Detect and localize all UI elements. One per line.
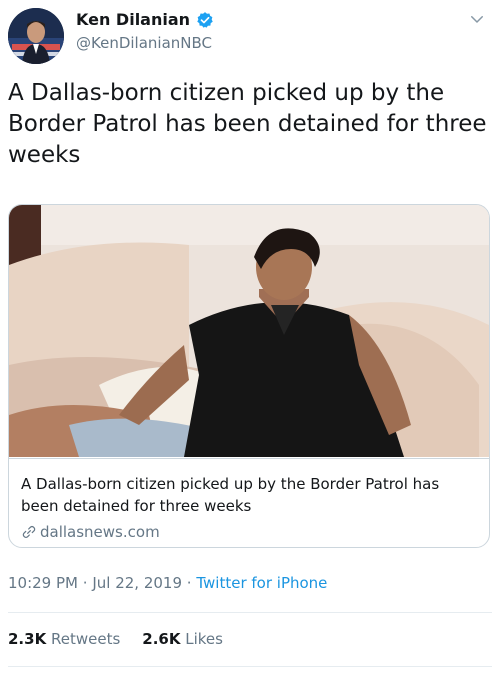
tweet-text: A Dallas-born citizen picked up by the B… — [8, 80, 487, 168]
display-name[interactable]: Ken Dilanian — [76, 10, 190, 29]
tweet-header: Ken Dilanian @KenDilanianNBC — [8, 6, 492, 64]
retweets-stat[interactable]: 2.3K Retweets — [8, 630, 120, 648]
retweets-count: 2.3K — [8, 630, 47, 648]
meta-separator: · — [82, 574, 88, 592]
avatar[interactable] — [8, 8, 64, 64]
author-handle[interactable]: @KenDilanianNBC — [76, 34, 214, 52]
chevron-down-icon[interactable] — [468, 10, 486, 28]
meta-separator: · — [186, 574, 192, 592]
tweet-meta: 10:29 PM · Jul 22, 2019 · Twitter for iP… — [8, 574, 327, 592]
link-card[interactable]: A Dallas-born citizen picked up by the B… — [8, 204, 490, 548]
likes-label: Likes — [185, 630, 223, 648]
likes-stat[interactable]: 2.6K Likes — [142, 630, 223, 648]
likes-count: 2.6K — [142, 630, 181, 648]
card-body[interactable]: A Dallas-born citizen picked up by the B… — [9, 458, 489, 541]
divider — [8, 666, 492, 667]
card-domain-text[interactable]: dallasnews.com — [40, 523, 160, 541]
card-domain[interactable]: dallasnews.com — [21, 523, 477, 541]
verified-badge-icon — [197, 11, 213, 28]
link-icon — [22, 525, 36, 539]
card-image[interactable] — [9, 205, 489, 457]
avatar-image — [8, 8, 64, 64]
card-title[interactable]: A Dallas-born citizen picked up by the B… — [21, 473, 477, 517]
tweet-date[interactable]: Jul 22, 2019 — [92, 574, 182, 592]
tweet-source[interactable]: Twitter for iPhone — [196, 574, 327, 592]
divider — [8, 612, 492, 613]
author-block[interactable]: Ken Dilanian @KenDilanianNBC — [76, 10, 214, 52]
engagement-stats: 2.3K Retweets 2.6K Likes — [8, 630, 223, 648]
tweet-time[interactable]: 10:29 PM — [8, 574, 78, 592]
retweets-label: Retweets — [50, 630, 121, 648]
